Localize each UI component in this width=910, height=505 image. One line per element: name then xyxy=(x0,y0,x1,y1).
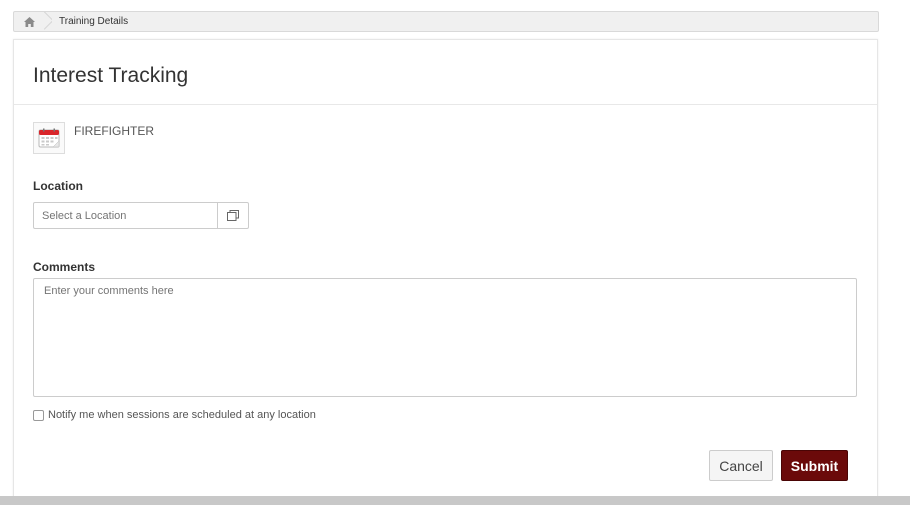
notify-checkbox[interactable] xyxy=(33,409,44,421)
notify-option: Notify me when sessions are scheduled at… xyxy=(33,409,316,421)
breadcrumb: Training Details xyxy=(13,11,879,32)
cancel-button[interactable]: Cancel xyxy=(709,450,773,481)
breadcrumb-current: Training Details xyxy=(59,16,129,27)
location-input[interactable] xyxy=(34,203,217,228)
course-name: FIREFIGHTER xyxy=(74,124,154,138)
page-title: Interest Tracking xyxy=(33,64,189,87)
interest-tracking-panel: Interest Tracking FIREFIGHTER Location S… xyxy=(13,39,878,500)
panel-header: Interest Tracking xyxy=(14,40,877,105)
window-icon xyxy=(227,210,239,221)
notify-label: Notify me when sessions are scheduled at… xyxy=(48,409,316,421)
course-thumbnail xyxy=(33,122,65,154)
location-label: Location xyxy=(33,179,83,193)
breadcrumb-home[interactable] xyxy=(14,12,44,31)
submit-button[interactable]: Submit xyxy=(781,450,848,481)
calendar-icon xyxy=(38,128,60,148)
home-icon xyxy=(23,16,35,27)
location-field xyxy=(33,202,249,229)
breadcrumb-separator xyxy=(44,12,52,31)
comments-label: Comments xyxy=(33,260,96,274)
bottom-scroll-region xyxy=(0,496,910,505)
location-picker-button[interactable] xyxy=(217,203,248,228)
comments-textarea[interactable] xyxy=(33,278,857,397)
